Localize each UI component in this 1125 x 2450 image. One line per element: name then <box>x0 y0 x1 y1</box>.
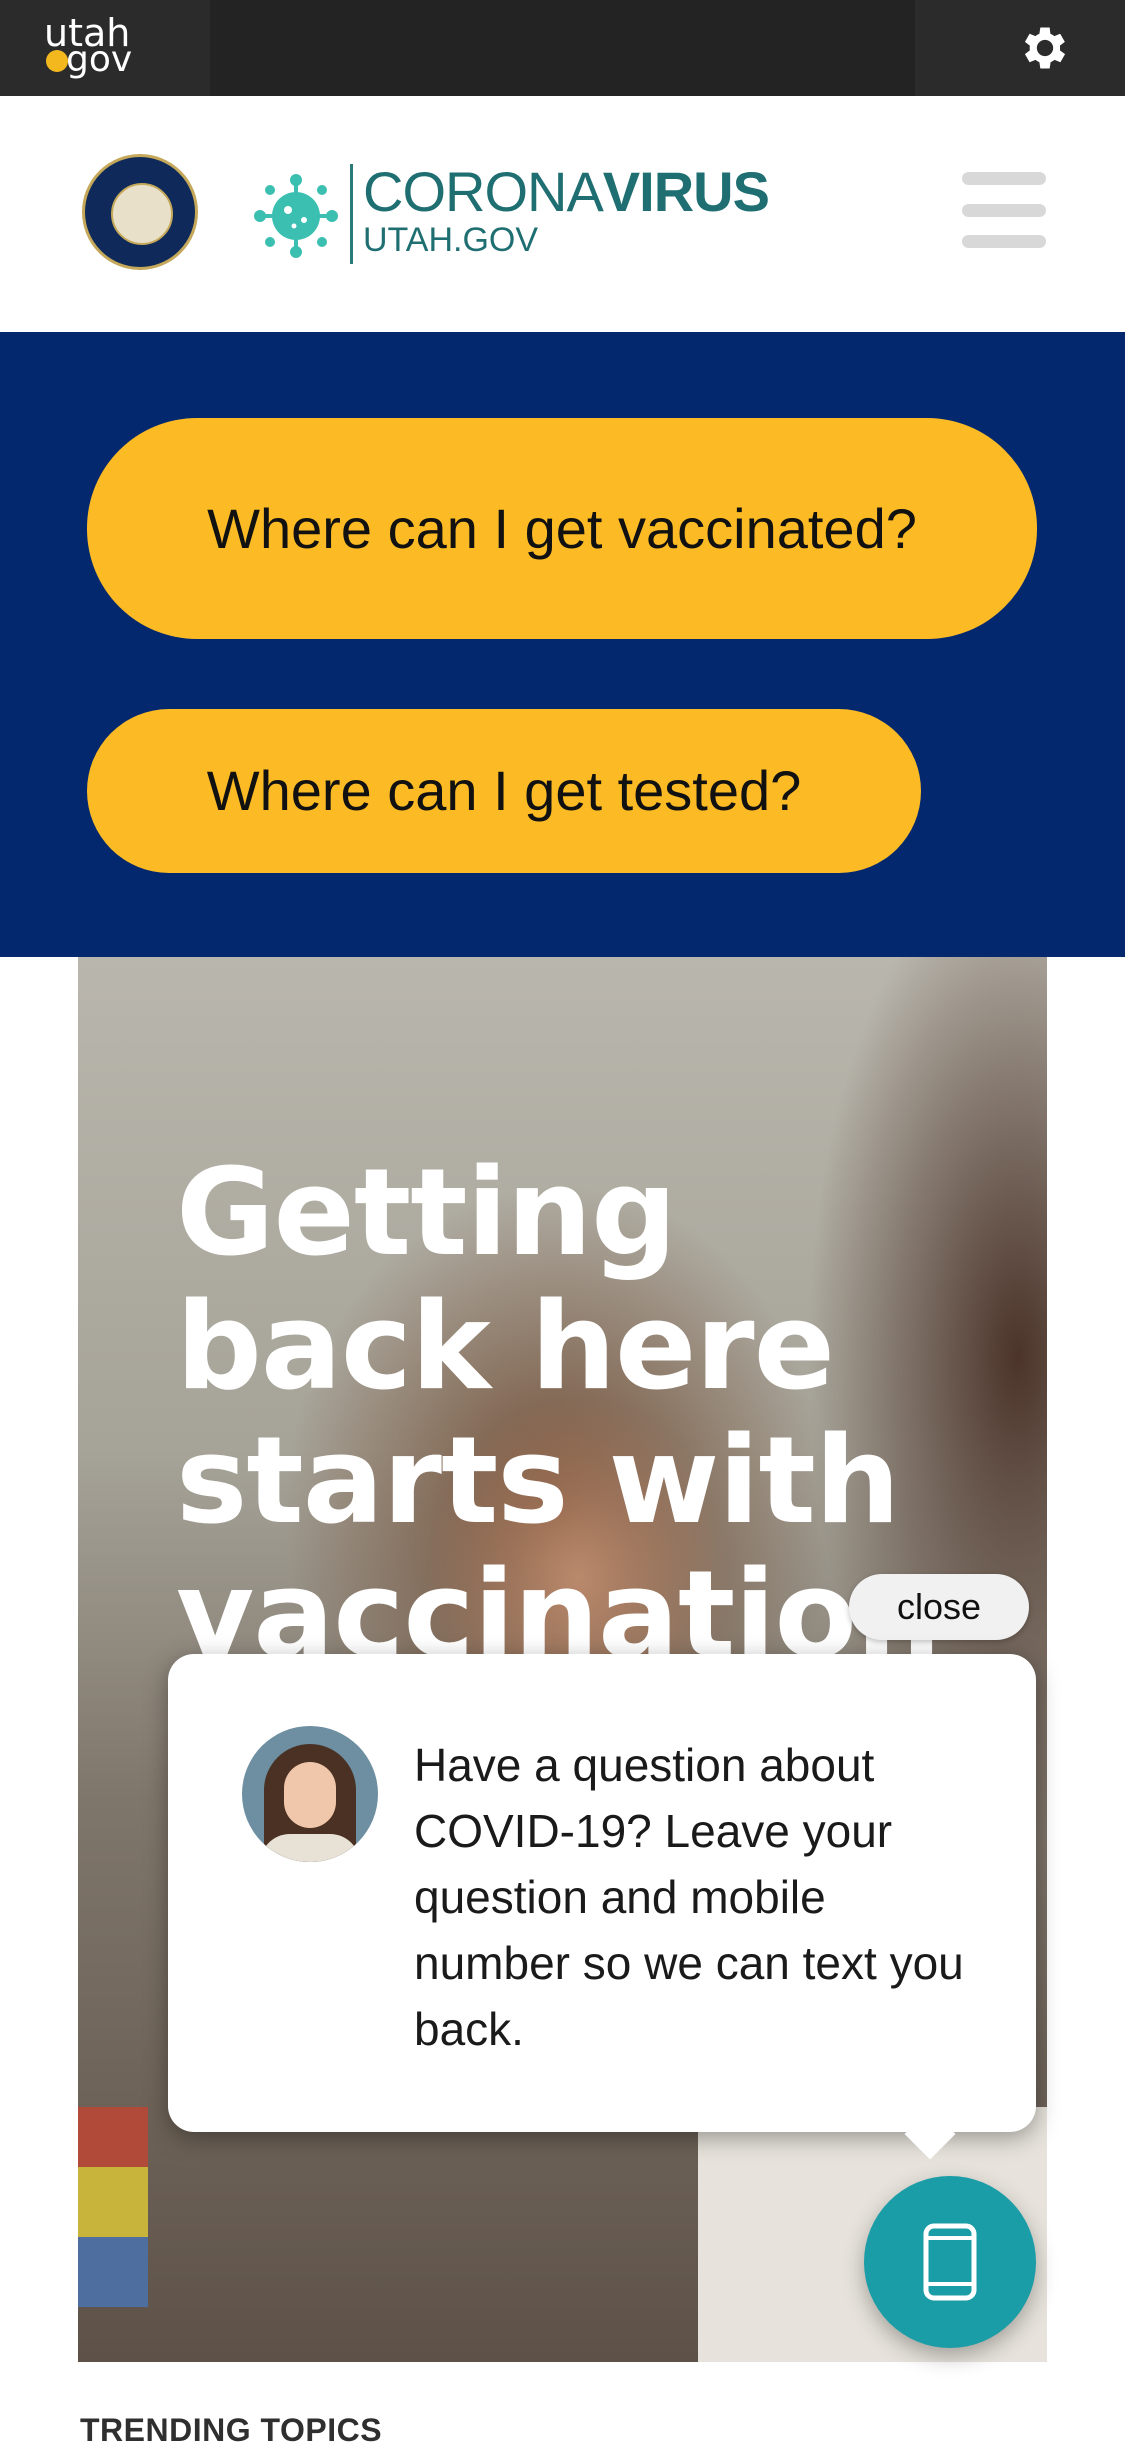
settings-button[interactable] <box>915 0 1125 96</box>
mobile-phone-icon <box>923 2223 977 2301</box>
chat-popup[interactable]: Have a question about COVID-19? Leave yo… <box>168 1654 1036 2160</box>
brand-title-light: CORONA <box>363 160 604 223</box>
site-header: CORONAVIRUS UTAH.GOV <box>0 96 1125 332</box>
utility-bar: utah gov <box>0 0 1125 96</box>
text-us-button[interactable] <box>864 2176 1036 2348</box>
hero-photo-detail <box>78 2237 148 2307</box>
brand-subtitle: UTAH.GOV <box>363 221 539 259</box>
gear-icon <box>1024 27 1066 69</box>
avatar-body <box>260 1834 360 1862</box>
hamburger-menu-icon[interactable] <box>962 172 1046 248</box>
agent-avatar <box>242 1726 378 1862</box>
utah-logo-dot <box>46 50 68 72</box>
utah-gov-logo[interactable]: utah gov <box>0 0 210 96</box>
gov-logo-text: gov <box>66 39 133 80</box>
chat-message: Have a question about COVID-19? Leave yo… <box>414 1739 964 2055</box>
where-get-vaccinated-button[interactable]: Where can I get vaccinated? <box>87 418 1037 639</box>
avatar-face <box>284 1762 336 1828</box>
action-band: Where can I get vaccinated? Where can I … <box>0 332 1125 957</box>
trending-topics-heading: TRENDING TOPICS <box>80 2412 383 2448</box>
state-seal-icon[interactable] <box>82 154 198 270</box>
close-chat-button[interactable]: close <box>849 1574 1029 1640</box>
hero-photo-detail <box>78 2167 148 2237</box>
virus-icon <box>254 174 338 258</box>
coronavirus-brand[interactable]: CORONAVIRUS UTAH.GOV <box>350 164 770 264</box>
brand-title-bold: VIRUS <box>602 160 770 223</box>
hero-photo-detail <box>78 2107 148 2167</box>
where-get-tested-button[interactable]: Where can I get tested? <box>87 709 921 873</box>
brand-title: CORONAVIRUS <box>363 164 770 220</box>
